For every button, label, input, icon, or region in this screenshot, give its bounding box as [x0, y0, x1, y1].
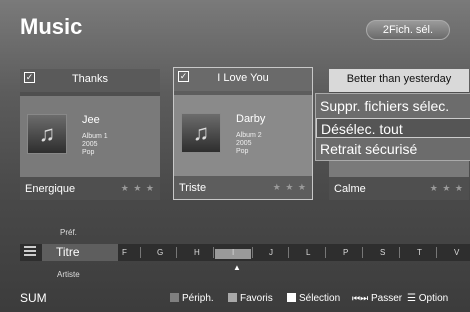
index-letter[interactable]: H [194, 248, 200, 257]
page-title: Music [20, 14, 83, 39]
track-mood: Energique [25, 183, 76, 195]
legend-option[interactable]: ☰ Option [407, 293, 448, 304]
index-divider [140, 247, 141, 258]
music-note-icon: ♫ [192, 120, 210, 145]
index-letter[interactable]: P [343, 248, 348, 257]
track-card-footer: Calme ★ ★ ★ [329, 180, 469, 200]
track-title: Better than yesterday [346, 73, 452, 85]
index-divider [288, 247, 289, 258]
device-name: SUM [20, 291, 47, 305]
track-year: 2005 [236, 140, 252, 147]
track-title: I Love You [217, 72, 269, 84]
legend-label: Option [418, 293, 449, 304]
index-letter[interactable]: F [122, 248, 127, 257]
track-artist: Jee [82, 114, 100, 126]
rating-stars: ★ ★ ★ [272, 182, 307, 192]
index-letter[interactable]: T [417, 248, 422, 257]
context-menu: Suppr. fichiers sélec. Désélec. tout Ret… [315, 93, 470, 161]
light-grey-key-icon [228, 293, 237, 302]
index-divider [362, 247, 363, 258]
selected-files-button[interactable]: 2Fich. sél. [366, 20, 450, 40]
track-mood: Triste [179, 182, 207, 194]
index-divider [213, 247, 214, 258]
index-letter-selected[interactable]: I [232, 248, 234, 257]
index-caret-icon: ▲ [233, 263, 241, 272]
track-card-header: ✓ Thanks [20, 69, 160, 92]
track-card-body: ♫ Jee Album 1 2005 Pop [20, 96, 160, 177]
skip-icon: ⏮⏭ [352, 293, 369, 303]
index-divider [436, 247, 437, 258]
index-letter[interactable]: L [306, 248, 310, 257]
legend-label: Périph. [182, 293, 214, 304]
album-art: ♫ [27, 114, 67, 154]
menu-item-deselect-all[interactable]: Désélec. tout [316, 118, 470, 138]
menu-item-safe-remove[interactable]: Retrait sécurisé [316, 139, 470, 159]
legend-favorites[interactable]: Favoris [228, 293, 273, 304]
track-album: Album 1 [82, 133, 108, 140]
track-card-header: ✓ I Love You [174, 68, 312, 91]
track-year: 2005 [82, 141, 98, 148]
music-note-icon: ♫ [38, 121, 56, 146]
option-icon: ☰ [407, 293, 416, 304]
legend-selection[interactable]: Sélection [287, 293, 340, 304]
rating-stars: ★ ★ ★ [429, 183, 464, 193]
track-card-header: Better than yesterday [329, 69, 469, 92]
track-mood: Calme [334, 183, 366, 195]
legend-peripherals[interactable]: Périph. [170, 293, 214, 304]
track-card-footer: Triste ★ ★ ★ [174, 179, 312, 199]
track-album: Album 2 [236, 132, 262, 139]
index-letter[interactable]: J [269, 248, 273, 257]
track-card-i-love-you[interactable]: ✓ I Love You ♫ Darby Album 2 2005 Pop Tr… [173, 67, 313, 200]
sort-current[interactable]: Titre [42, 244, 118, 261]
track-genre: Pop [236, 148, 249, 155]
track-title: Thanks [71, 73, 109, 85]
album-art: ♫ [181, 113, 221, 153]
footer-bar: SUM Périph. Favoris Sélection ⏮⏭ Passer … [0, 288, 470, 312]
music-browser-screen: Music 2Fich. sél. ✓ Thanks ♫ Jee Album 1… [0, 0, 470, 312]
grey-key-icon [170, 293, 179, 302]
track-card-thanks[interactable]: ✓ Thanks ♫ Jee Album 1 2005 Pop Energiqu… [20, 69, 160, 200]
index-letter[interactable]: S [380, 248, 385, 257]
legend-skip[interactable]: ⏮⏭ Passer [352, 293, 402, 304]
sort-current-label: Titre [56, 245, 80, 259]
sort-option-next[interactable]: Artiste [57, 270, 80, 279]
track-artist: Darby [236, 113, 266, 125]
white-key-icon [287, 293, 296, 302]
track-card-footer: Energique ★ ★ ★ [20, 180, 160, 200]
index-divider [399, 247, 400, 258]
index-divider [176, 247, 177, 258]
legend-label: Favoris [240, 293, 273, 304]
index-letter[interactable]: V [454, 248, 459, 257]
legend-label: Passer [370, 293, 403, 304]
list-view-icon [24, 246, 36, 258]
sort-option-prev[interactable]: Préf. [60, 228, 77, 237]
legend-label: Sélection [299, 293, 341, 304]
track-genre: Pop [82, 149, 95, 156]
index-divider [252, 247, 253, 258]
track-card-body: ♫ Darby Album 2 2005 Pop [174, 95, 312, 176]
menu-item-delete-selected[interactable]: Suppr. fichiers sélec. [316, 96, 470, 116]
index-letter[interactable]: G [157, 248, 163, 257]
index-divider [325, 247, 326, 258]
rating-stars: ★ ★ ★ [120, 183, 155, 193]
